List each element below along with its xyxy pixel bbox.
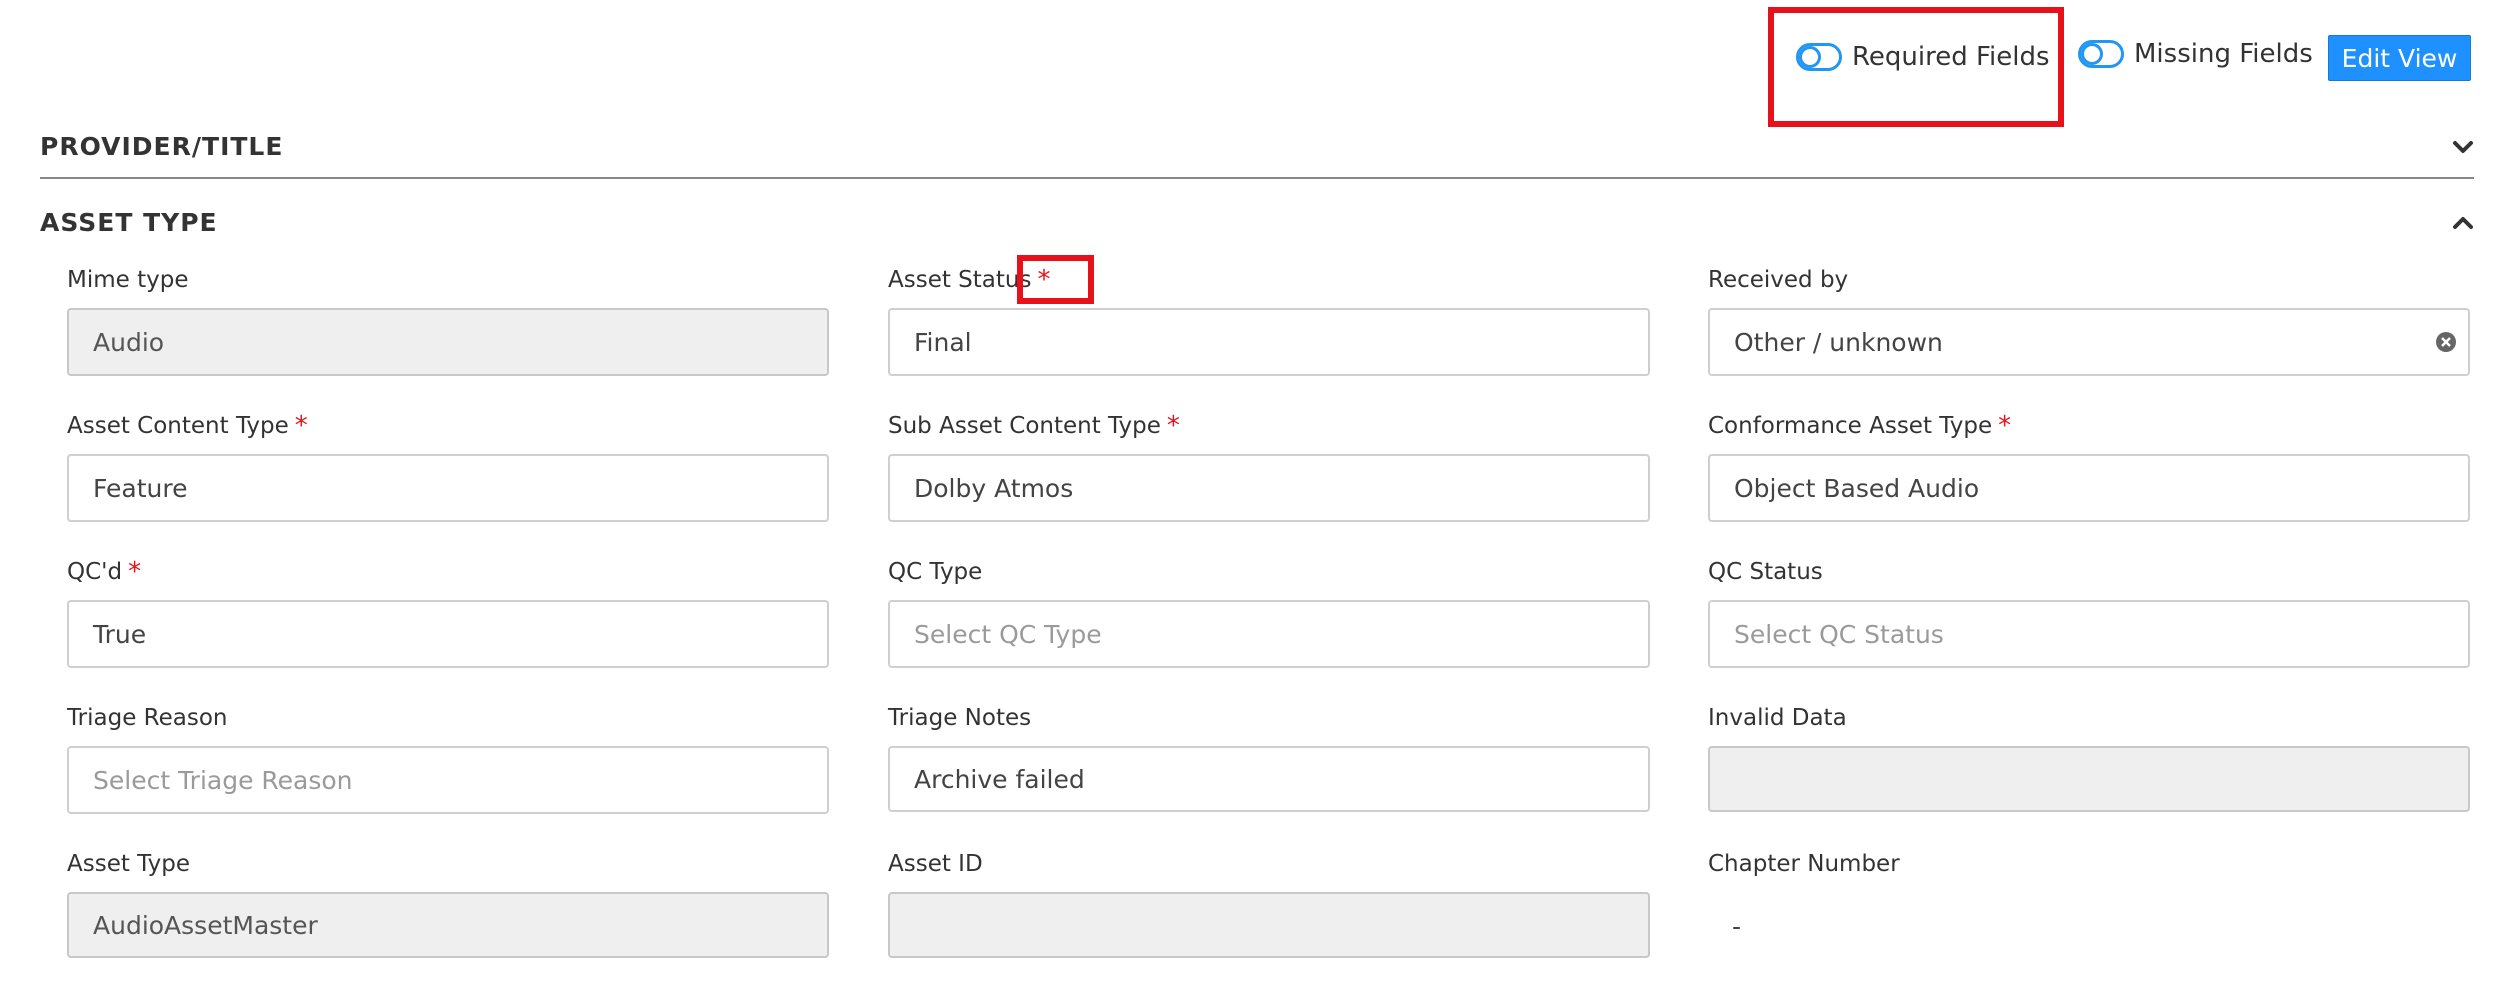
field-label: Triage Reason <box>67 705 228 731</box>
asset-content-type-label: Asset Content Type <box>67 413 289 439</box>
field-asset-status: Asset Status * Final <box>888 262 1650 376</box>
sub-asset-content-type-select[interactable]: Dolby Atmos <box>888 454 1650 522</box>
required-marker: * <box>1166 411 1180 441</box>
asset-status-label: Asset Status <box>888 267 1032 293</box>
edit-view-button[interactable]: Edit View <box>2328 35 2471 81</box>
field-asset-content-type: Asset Content Type * Feature <box>67 408 829 522</box>
field-label: Sub Asset Content Type * <box>888 408 1650 444</box>
field-triage-notes: Triage Notes Archive failed <box>888 700 1650 812</box>
section-asset-type[interactable]: ASSET TYPE <box>40 202 2474 242</box>
toggle-knob <box>1799 46 1821 68</box>
required-marker: * <box>1998 411 2012 441</box>
field-label: Asset Content Type * <box>67 408 829 444</box>
field-label: Chapter Number <box>1708 851 1900 877</box>
section-title: PROVIDER/TITLE <box>40 131 284 161</box>
field-label: Asset Type <box>67 851 191 877</box>
field-chapter-number: Chapter Number - <box>1708 846 2470 960</box>
required-fields-toggle-group[interactable]: Required Fields <box>1796 42 2050 72</box>
field-label: QC Type <box>888 559 983 585</box>
conformance-asset-type-select[interactable]: Object Based Audio <box>1708 454 2470 522</box>
sub-asset-content-type-label: Sub Asset Content Type <box>888 413 1161 439</box>
chevron-down-icon[interactable] <box>2452 135 2474 157</box>
field-qcd: QC'd * True <box>67 554 829 668</box>
chapter-number-value: - <box>1732 911 1742 941</box>
qcd-label: QC'd <box>67 559 123 585</box>
field-label: Conformance Asset Type * <box>1708 408 2470 444</box>
asset-type-input: AudioAssetMaster <box>67 892 829 958</box>
field-sub-asset-content-type: Sub Asset Content Type * Dolby Atmos <box>888 408 1650 522</box>
toggle-knob <box>2081 43 2103 65</box>
field-label: QC'd * <box>67 554 829 590</box>
qc-status-select[interactable]: Select QC Status <box>1708 600 2470 668</box>
field-received-by: Received by Other / unknown <box>1708 262 2470 376</box>
missing-fields-label: Missing Fields <box>2134 39 2313 69</box>
field-label: Invalid Data <box>1708 705 1847 731</box>
field-label: Triage Notes <box>888 705 1032 731</box>
section-provider-title[interactable]: PROVIDER/TITLE <box>40 118 2474 174</box>
chevron-up-icon[interactable] <box>2452 211 2474 233</box>
qcd-select[interactable]: True <box>67 600 829 668</box>
triage-reason-select[interactable]: Select Triage Reason <box>67 746 829 814</box>
mime-type-input: Audio <box>67 308 829 376</box>
missing-fields-toggle-group[interactable]: Missing Fields <box>2078 39 2313 69</box>
field-label: Asset ID <box>888 851 983 877</box>
field-label: Asset Status * <box>888 262 1650 298</box>
field-conformance-asset-type: Conformance Asset Type * Object Based Au… <box>1708 408 2470 522</box>
section-title: ASSET TYPE <box>40 207 218 237</box>
triage-notes-input[interactable]: Archive failed <box>888 746 1650 812</box>
field-asset-id: Asset ID <box>888 846 1650 958</box>
section-divider <box>40 177 2474 179</box>
field-qc-status: QC Status Select QC Status <box>1708 554 2470 668</box>
toolbar: Required Fields Missing Fields Edit View <box>0 0 2506 120</box>
missing-fields-toggle[interactable] <box>2078 40 2124 68</box>
required-marker: * <box>294 411 308 441</box>
asset-id-input <box>888 892 1650 958</box>
field-label: QC Status <box>1708 559 1823 585</box>
asset-content-type-select[interactable]: Feature <box>67 454 829 522</box>
received-by-value: Other / unknown <box>1734 327 1943 357</box>
field-label: Received by <box>1708 267 1849 293</box>
qc-type-select[interactable]: Select QC Type <box>888 600 1650 668</box>
field-triage-reason: Triage Reason Select Triage Reason <box>67 700 829 814</box>
required-fields-label: Required Fields <box>1852 42 2050 72</box>
field-mime-type: Mime type Audio <box>67 262 829 376</box>
invalid-data-input <box>1708 746 2470 812</box>
required-marker: * <box>128 557 142 587</box>
asset-status-select[interactable]: Final <box>888 308 1650 376</box>
field-asset-type: Asset Type AudioAssetMaster <box>67 846 829 958</box>
asset-form-page: Required Fields Missing Fields Edit View… <box>0 0 2506 982</box>
required-marker: * <box>1037 265 1051 295</box>
required-fields-toggle[interactable] <box>1796 43 1842 71</box>
field-label: Mime type <box>67 267 189 293</box>
conformance-asset-type-label: Conformance Asset Type <box>1708 413 1993 439</box>
clear-icon[interactable] <box>2436 332 2456 352</box>
field-invalid-data: Invalid Data <box>1708 700 2470 812</box>
field-qc-type: QC Type Select QC Type <box>888 554 1650 668</box>
received-by-select[interactable]: Other / unknown <box>1708 308 2470 376</box>
